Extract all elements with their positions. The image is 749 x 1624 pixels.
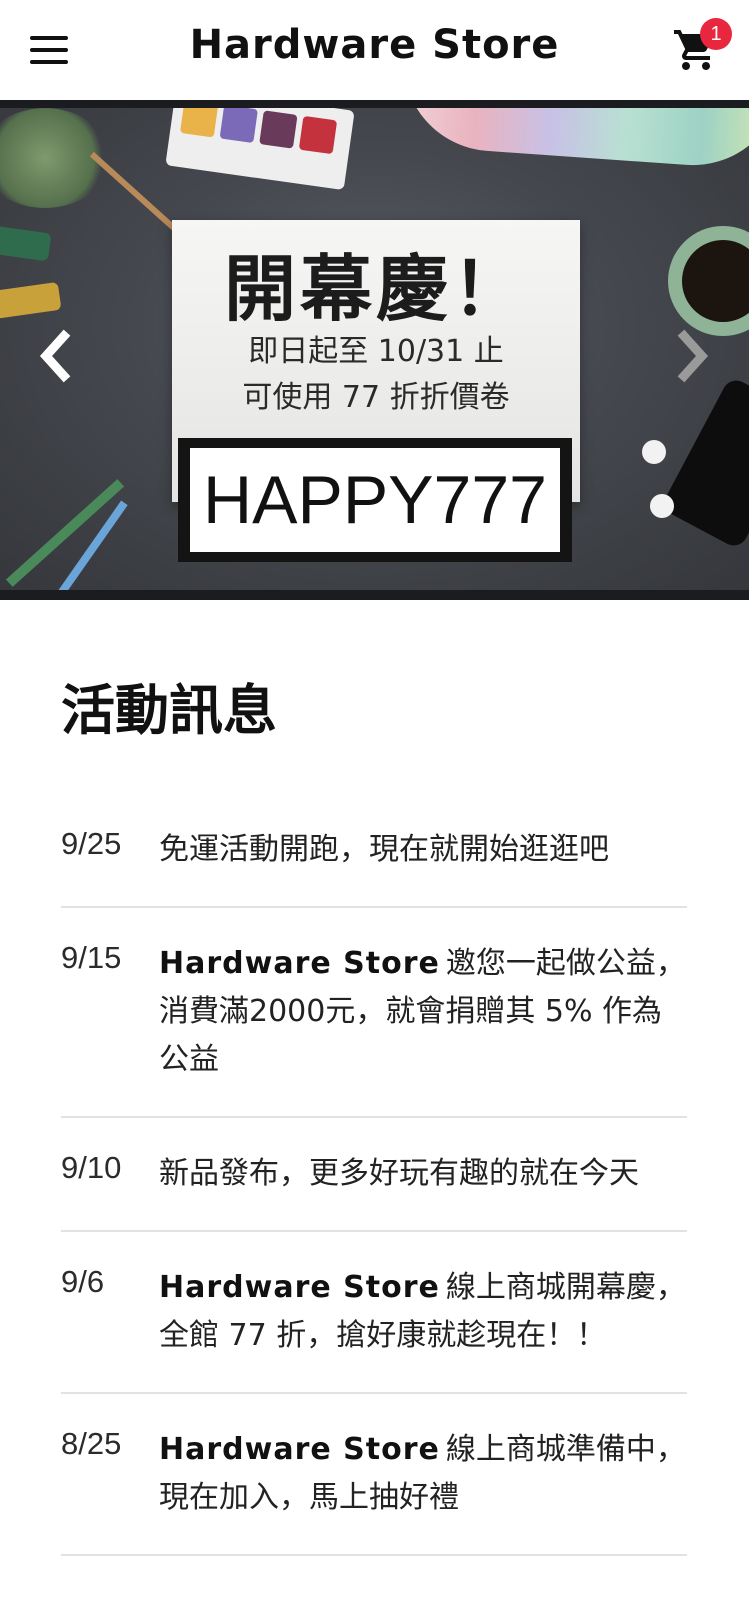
news-date: 9/25 <box>61 826 122 861</box>
news-item[interactable]: 9/15 Hardware Store 邀您一起做公益，消費滿2000元，就會捐贈… <box>61 908 687 1118</box>
earbuds-decoration <box>642 440 666 464</box>
news-text: 免運活動開跑，現在就開始逛逛吧 <box>159 826 687 874</box>
top-navbar: Hardware Store 1 <box>0 0 749 100</box>
paint-tube-green-decoration <box>0 222 52 262</box>
news-brand-name: Hardware Store <box>159 946 440 981</box>
earbuds-decoration-2 <box>650 494 674 518</box>
news-text-body: 免運活動開跑，現在就開始逛逛吧 <box>159 832 609 867</box>
promo-date-text: 即日起至 10/31 止 <box>248 334 504 369</box>
carousel-slide: 開幕慶！ 即日起至 10/31 止 可使用 77 折折價卷 HAPPY777 <box>0 108 749 590</box>
promo-carousel[interactable]: 開幕慶！ 即日起至 10/31 止 可使用 77 折折價卷 HAPPY777 <box>0 100 749 600</box>
news-date: 9/10 <box>61 1150 122 1185</box>
paint-tube-yellow-decoration <box>0 281 62 323</box>
chevron-left-icon[interactable] <box>36 326 76 386</box>
news-brand-name: Hardware Store <box>159 1270 440 1305</box>
news-text: Hardware Store 線上商城準備中，現在加入，馬上抽好禮 <box>159 1426 687 1522</box>
news-text: 新品發布，更多好玩有趣的就在今天 <box>159 1150 687 1198</box>
news-text: Hardware Store 線上商城開幕慶，全館 77 折，搶好康就趁現在！！ <box>159 1264 687 1360</box>
news-date: 9/6 <box>61 1264 105 1299</box>
coupon-code[interactable]: HAPPY777 <box>190 448 560 552</box>
color-swatch-decoration <box>397 108 749 172</box>
coupon-code-box: HAPPY777 <box>178 438 572 562</box>
coffee-cup-decoration <box>668 226 749 336</box>
news-section-title: 活動訊息 <box>61 679 277 742</box>
news-text: Hardware Store 邀您一起做公益，消費滿2000元，就會捐贈其 5% … <box>159 940 687 1084</box>
phone-decoration <box>660 375 749 551</box>
paint-palette-decoration <box>165 108 355 191</box>
news-date: 9/15 <box>61 940 122 975</box>
news-text-body: 新品發布，更多好玩有趣的就在今天 <box>159 1156 639 1191</box>
chevron-right-icon[interactable] <box>672 326 712 386</box>
news-list: 9/25 免運活動開跑，現在就開始逛逛吧 9/15 Hardware Store… <box>61 800 687 1556</box>
news-date: 8/25 <box>61 1426 122 1461</box>
news-item[interactable]: 9/25 免運活動開跑，現在就開始逛逛吧 <box>61 800 687 908</box>
news-item[interactable]: 9/6 Hardware Store 線上商城開幕慶，全館 77 折，搶好康就趁現… <box>61 1232 687 1394</box>
brand-title[interactable]: Hardware Store <box>0 22 749 68</box>
news-brand-name: Hardware Store <box>159 1432 440 1467</box>
news-item[interactable]: 8/25 Hardware Store 線上商城準備中，現在加入，馬上抽好禮 <box>61 1394 687 1556</box>
promo-title: 開幕慶！ <box>223 247 528 331</box>
cart-count-badge: 1 <box>700 18 732 50</box>
news-item[interactable]: 9/10 新品發布，更多好玩有趣的就在今天 <box>61 1118 687 1232</box>
promo-discount-text: 可使用 77 折折價卷 <box>242 380 510 415</box>
